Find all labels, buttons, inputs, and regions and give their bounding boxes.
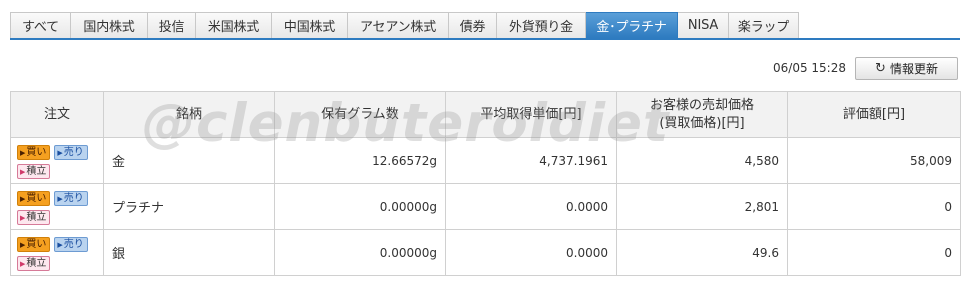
row-name: 銀 <box>103 229 275 276</box>
tab-rakuwrap[interactable]: 楽ラップ <box>729 12 799 39</box>
accumulate-button[interactable]: ▶積立 <box>17 164 51 179</box>
arrow-icon: ▶ <box>57 195 63 203</box>
header-sell-price-line2: (買取価格)[円] <box>659 115 745 131</box>
header-name: 銘柄 <box>103 91 275 138</box>
arrow-icon: ▶ <box>20 241 26 249</box>
row-sell-price: 4,580 <box>616 137 788 184</box>
accumulate-label: 積立 <box>26 212 47 223</box>
table-row: ▶買い ▶売り ▶積立 プラチナ 0.00000g 0.0000 2,801 0 <box>10 183 961 230</box>
buy-label: 買い <box>26 193 47 204</box>
buy-label: 買い <box>26 239 47 250</box>
tab-domestic-stocks[interactable]: 国内株式 <box>71 12 148 39</box>
tab-all[interactable]: すべて <box>10 12 71 39</box>
header-value: 評価額[円] <box>787 91 961 138</box>
row-avg-price: 0.0000 <box>445 183 617 230</box>
header-avg-price: 平均取得単価[円] <box>445 91 617 138</box>
tab-nisa[interactable]: NISA <box>678 12 729 39</box>
refresh-icon: ↻ <box>875 61 886 76</box>
row-name: プラチナ <box>103 183 275 230</box>
header-sell-price-line1: お客様の売却価格 <box>649 97 754 113</box>
arrow-icon: ▶ <box>20 214 26 222</box>
tab-funds[interactable]: 投信 <box>148 12 196 39</box>
order-cell: ▶買い ▶売り ▶積立 <box>10 137 104 184</box>
sell-button[interactable]: ▶売り <box>54 191 88 206</box>
row-grams: 0.00000g <box>274 183 446 230</box>
row-sell-price: 49.6 <box>616 229 788 276</box>
buy-button[interactable]: ▶買い <box>17 145 51 160</box>
sell-button[interactable]: ▶売り <box>54 237 88 252</box>
holdings-table: 注文 銘柄 保有グラム数 平均取得単価[円] お客様の売却価格 (買取価格)[円… <box>10 91 961 276</box>
asset-tabs: すべて 国内株式 投信 米国株式 中国株式 アセアン株式 債券 外貨預り金 金･… <box>10 12 799 39</box>
arrow-icon: ▶ <box>57 241 63 249</box>
buy-button[interactable]: ▶買い <box>17 237 51 252</box>
order-cell: ▶買い ▶売り ▶積立 <box>10 183 104 230</box>
table-header-row: 注文 銘柄 保有グラム数 平均取得単価[円] お客様の売却価格 (買取価格)[円… <box>10 91 961 138</box>
sell-label: 売り <box>63 147 84 158</box>
row-grams: 12.66572g <box>274 137 446 184</box>
accumulate-label: 積立 <box>26 166 47 177</box>
tab-foreign-currency-deposits[interactable]: 外貨預り金 <box>497 12 586 39</box>
tab-us-stocks[interactable]: 米国株式 <box>196 12 272 39</box>
header-sell-price: お客様の売却価格 (買取価格)[円] <box>616 91 788 138</box>
header-order: 注文 <box>10 91 104 138</box>
sell-label: 売り <box>63 239 84 250</box>
buy-label: 買い <box>26 147 47 158</box>
table-row: ▶買い ▶売り ▶積立 銀 0.00000g 0.0000 49.6 0 <box>10 229 961 276</box>
tab-bonds[interactable]: 債券 <box>449 12 497 39</box>
tab-gold-platinum[interactable]: 金･プラチナ <box>586 12 678 39</box>
tab-asean-stocks[interactable]: アセアン株式 <box>348 12 449 39</box>
row-avg-price: 4,737.1961 <box>445 137 617 184</box>
refresh-button[interactable]: ↻ 情報更新 <box>855 57 958 80</box>
sell-button[interactable]: ▶売り <box>54 145 88 160</box>
row-sell-price: 2,801 <box>616 183 788 230</box>
tab-underline <box>10 38 960 40</box>
arrow-icon: ▶ <box>20 168 26 176</box>
update-timestamp: 06/05 15:28 <box>773 61 846 75</box>
header-grams: 保有グラム数 <box>274 91 446 138</box>
arrow-icon: ▶ <box>20 149 26 157</box>
buy-button[interactable]: ▶買い <box>17 191 51 206</box>
row-grams: 0.00000g <box>274 229 446 276</box>
accumulate-button[interactable]: ▶積立 <box>17 210 51 225</box>
arrow-icon: ▶ <box>20 195 26 203</box>
refresh-label: 情報更新 <box>889 62 938 76</box>
tab-china-stocks[interactable]: 中国株式 <box>272 12 348 39</box>
table-row: ▶買い ▶売り ▶積立 金 12.66572g 4,737.1961 4,580 … <box>10 137 961 184</box>
arrow-icon: ▶ <box>57 149 63 157</box>
row-avg-price: 0.0000 <box>445 229 617 276</box>
row-value: 0 <box>787 183 961 230</box>
accumulate-label: 積立 <box>26 258 47 269</box>
order-cell: ▶買い ▶売り ▶積立 <box>10 229 104 276</box>
arrow-icon: ▶ <box>20 260 26 268</box>
row-value: 58,009 <box>787 137 961 184</box>
row-value: 0 <box>787 229 961 276</box>
row-name: 金 <box>103 137 275 184</box>
sell-label: 売り <box>63 193 84 204</box>
accumulate-button[interactable]: ▶積立 <box>17 256 51 271</box>
